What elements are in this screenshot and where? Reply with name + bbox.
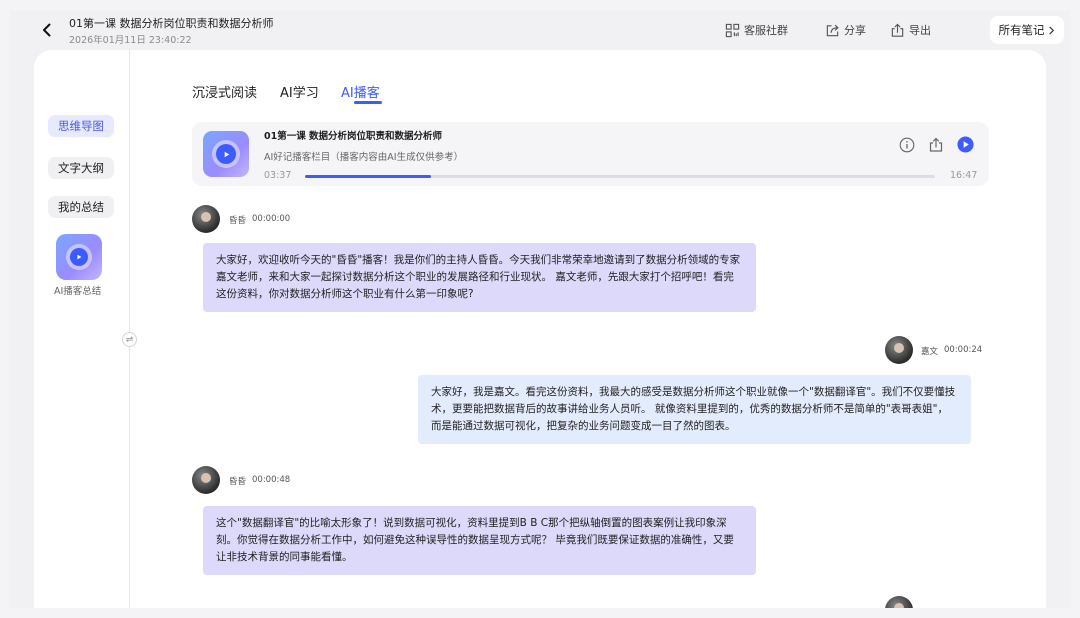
message-time: 00:00:24 (944, 345, 983, 355)
message-time: 00:00:48 (252, 475, 291, 485)
document-title: 01第一课 数据分析岗位职责和数据分析师 (69, 17, 274, 30)
message-bubble: 大家好，我是嘉文。看完这份资料，我最大的感受是数据分析师这个职业就像一个"数据翻… (418, 375, 971, 444)
sidebar-item-summary[interactable]: 我的总结 (48, 196, 114, 218)
sidebar-item-outline[interactable]: 文字大纲 (48, 157, 114, 179)
share-icon (826, 24, 839, 36)
player-cover[interactable] (203, 131, 249, 177)
player-progress-fill (305, 175, 431, 178)
sidebar-item-mindmap[interactable]: 思维导图 (48, 115, 114, 137)
player-title: 01第一课 数据分析岗位职责和数据分析师 (264, 131, 443, 142)
community-button[interactable]: 客服社群 (725, 22, 788, 38)
chevron-right-icon (1048, 25, 1054, 35)
podcast-caption: AI播客总结 (54, 286, 102, 297)
message-bubble: 这个"数据翻译官"的比喻太形象了！说到数据可视化，资料里提到B B C那个把纵轴… (203, 506, 756, 575)
podcast-player: 01第一课 数据分析岗位职责和数据分析师 AI好记播客栏目（播客内容由AI生成仅… (192, 122, 989, 186)
speaker-name: 嘉文 (921, 347, 939, 357)
message-time: 00:00:00 (252, 214, 291, 224)
document-date: 2026年01月11日 23:40:22 (69, 35, 192, 46)
player-total-time: 16:47 (950, 170, 978, 181)
avatar-host (192, 205, 220, 233)
info-icon[interactable] (898, 136, 915, 153)
player-share-icon[interactable] (927, 136, 944, 153)
all-notes-button[interactable]: 所有笔记 (990, 16, 1064, 44)
tab-ai-learning[interactable]: AI学习 (280, 82, 319, 101)
swap-toggle-icon[interactable]: ⇌ (122, 332, 137, 347)
export-button[interactable]: 导出 (890, 22, 931, 38)
community-label: 客服社群 (744, 24, 788, 37)
speaker-name: 昏昏 (229, 216, 247, 226)
player-current-time: 03:37 (264, 170, 292, 181)
share-label: 分享 (844, 24, 866, 37)
header: 01第一课 数据分析岗位职责和数据分析师 2026年01月11日 23:40:2… (10, 10, 1070, 50)
player-progress-bar[interactable] (305, 175, 935, 178)
avatar-guest-partial (885, 596, 913, 608)
message-bubble: 大家好，欢迎收听今天的"昏昏"播客！我是你们的主持人昏昏。今天我们非常荣幸地邀请… (203, 243, 756, 312)
play-button-icon[interactable] (957, 136, 974, 153)
share-button[interactable]: 分享 (825, 22, 866, 38)
export-icon (891, 23, 904, 37)
all-notes-label: 所有笔记 (998, 23, 1045, 37)
avatar-host (192, 466, 220, 494)
back-button[interactable] (37, 20, 57, 40)
chevron-left-icon (43, 23, 51, 37)
export-label: 导出 (909, 24, 931, 37)
content-panel: ⇌ 思维导图 文字大纲 我的总结 AI播客总结 沉浸式阅读 AI学习 AI播客 … (34, 50, 1046, 608)
avatar-guest (885, 336, 913, 364)
tab-ai-podcast[interactable]: AI播客 (341, 82, 380, 101)
speaker-name: 昏昏 (229, 477, 247, 487)
app-window: 01第一课 数据分析岗位职责和数据分析师 2026年01月11日 23:40:2… (10, 10, 1070, 608)
active-tab-indicator (354, 101, 382, 104)
player-subtitle: AI好记播客栏目（播客内容由AI生成仅供参考） (264, 152, 464, 163)
player-cover-play-icon (212, 140, 240, 168)
sidebar-item-podcast[interactable] (56, 234, 102, 280)
tab-immersive-reading[interactable]: 沉浸式阅读 (192, 82, 257, 101)
grid-icon (725, 23, 740, 37)
podcast-play-icon (66, 244, 92, 270)
sidebar-divider (129, 50, 130, 608)
